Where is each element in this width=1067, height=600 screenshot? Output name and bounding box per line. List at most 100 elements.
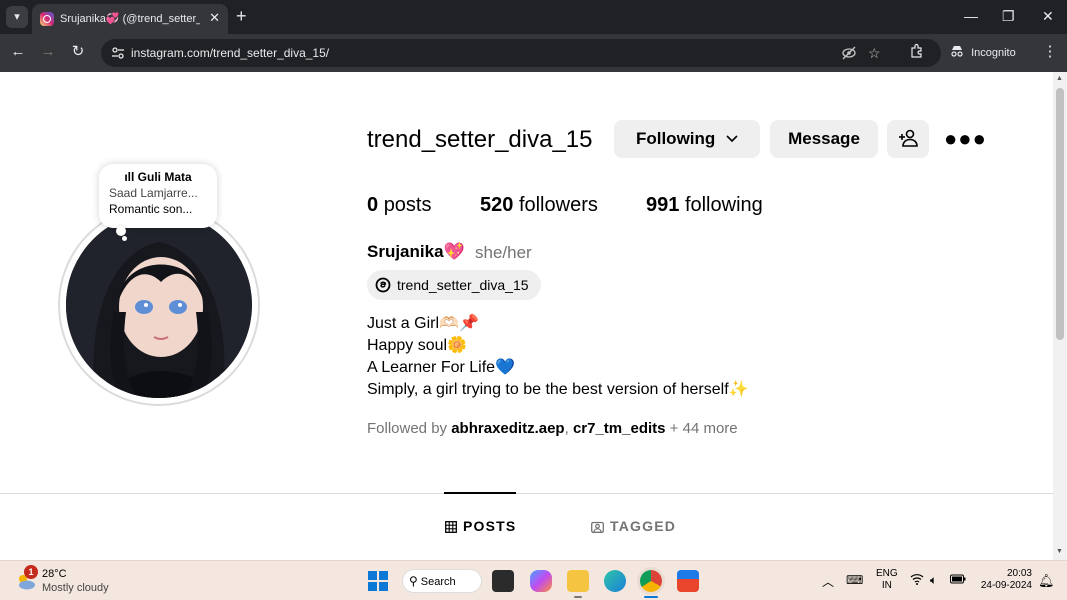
scroll-down-icon[interactable]: ▼ <box>1056 548 1063 555</box>
region-code: IN <box>881 580 892 591</box>
show-hidden-icons[interactable]: ︿ <box>822 573 834 590</box>
task-view-icon[interactable] <box>492 570 514 592</box>
battery-icon[interactable] <box>950 573 966 587</box>
profile-username: trend_setter_diva_15 <box>367 126 593 153</box>
weather-description[interactable]: Mostly cloudy <box>42 582 109 594</box>
following-button[interactable]: Following <box>614 120 760 158</box>
windows-start-icon[interactable] <box>368 571 388 591</box>
note-song-title-row: ıll Guli Mata <box>109 170 207 184</box>
bio-line-4: Simply, a girl trying to be the best ver… <box>367 381 749 398</box>
page-scrollbar[interactable]: ▲ ▼ <box>1053 72 1067 560</box>
forward-button[interactable]: → <box>38 42 58 62</box>
incognito-indicator[interactable]: Incognito <box>950 40 1016 66</box>
keyboard-icon[interactable]: ⌨ <box>846 573 863 587</box>
page-viewport: ıll Guli Mata Saad Lamjarre... Romantic … <box>0 72 1053 560</box>
active-tab-indicator <box>444 492 516 494</box>
more-options-icon[interactable]: ●●● <box>944 128 987 150</box>
profile-pronouns: she/her <box>475 243 532 262</box>
taskbar-search[interactable]: ⚲ Search <box>402 569 482 593</box>
followers-label: followers <box>518 194 598 216</box>
close-tab-icon[interactable]: ✕ <box>209 10 220 26</box>
followers-count: 520 <box>480 194 514 216</box>
music-bars-icon: ıll <box>124 170 138 184</box>
explorer-running-indicator <box>574 596 582 598</box>
microsoft-store-icon[interactable] <box>677 570 699 592</box>
wifi-icon[interactable] <box>910 573 924 588</box>
followed-by-more[interactable]: + 44 more <box>670 420 738 437</box>
scrollbar-thumb[interactable] <box>1056 88 1064 340</box>
bookmark-star-icon[interactable]: ☆ <box>868 45 881 61</box>
followers-stat[interactable]: 520 followers <box>480 194 598 217</box>
windows-taskbar: 1 28°C Mostly cloudy ⚲ Search ︿ ⌨ ENG IN 🔈… <box>0 560 1067 600</box>
followed-by-user-2[interactable]: cr7_tm_edits <box>573 420 666 437</box>
followed-by-user-1[interactable]: abhraxeditz.aep <box>451 420 564 437</box>
note-artist: Saad Lamjarre... <box>109 186 198 200</box>
followed-by-prefix: Followed by <box>367 420 448 437</box>
restore-button[interactable]: ❐ <box>1002 6 1015 26</box>
profile-avatar[interactable] <box>66 212 252 398</box>
browser-tab-bar: ▾ Srujanika💞 (@trend_setter_diva_15) ✕ +… <box>0 0 1067 34</box>
close-window-button[interactable]: ✕ <box>1042 6 1054 26</box>
note-bubble-tail-small <box>122 236 127 241</box>
eye-off-icon[interactable] <box>841 45 857 64</box>
following-stat-label: following <box>684 194 763 216</box>
tab-tagged[interactable]: TAGGED <box>591 518 676 534</box>
browser-toolbar: ← → ↻ instagram.com/trend_setter_diva_15… <box>0 34 1067 72</box>
back-button[interactable]: ← <box>8 42 28 62</box>
weather-temperature[interactable]: 28°C <box>42 568 67 580</box>
followed-by-separator: , <box>564 420 569 437</box>
following-stat[interactable]: 991 following <box>646 194 763 217</box>
profile-note-bubble[interactable]: ıll Guli Mata Saad Lamjarre... Romantic … <box>99 164 217 228</box>
incognito-icon <box>951 46 963 57</box>
language-code: ENG <box>876 568 898 579</box>
reload-button[interactable]: ↻ <box>68 42 88 62</box>
tab-title: Srujanika💞 (@trend_setter_diva_15) <box>60 13 200 25</box>
following-label: Following <box>635 129 716 148</box>
browser-menu-icon[interactable]: ⋮ <box>1040 42 1060 62</box>
bio-line-1: Just a Girl🫶🏻📌 <box>367 315 479 332</box>
volume-icon[interactable]: 🔈︎ <box>930 573 937 588</box>
tab-tagged-label: TAGGED <box>610 518 677 534</box>
threads-icon <box>375 277 391 293</box>
grid-icon <box>445 521 457 533</box>
avatar-illustration <box>66 212 252 398</box>
tagged-icon <box>591 521 604 533</box>
bio-line-3: A Learner For Life💙 <box>367 359 515 376</box>
weather-badge: 1 <box>24 565 38 579</box>
browser-tab[interactable]: Srujanika💞 (@trend_setter_diva_15) ✕ <box>32 4 228 34</box>
tabs-divider <box>0 493 1053 494</box>
instagram-favicon-icon <box>40 12 54 26</box>
address-bar[interactable]: instagram.com/trend_setter_diva_15/ ☆ <box>101 39 941 67</box>
tab-posts[interactable]: POSTS <box>445 518 516 534</box>
tab-search-button[interactable]: ▾ <box>6 6 28 28</box>
notification-bell-icon[interactable]: 🔔︎ <box>1038 573 1055 589</box>
incognito-label: Incognito <box>971 47 1016 59</box>
note-bubble-tail <box>116 226 126 236</box>
chevron-down-icon <box>726 135 738 143</box>
message-button[interactable]: Message <box>770 120 878 158</box>
extensions-icon[interactable] <box>907 43 927 63</box>
profile-full-name: Srujanika💖 <box>367 242 465 261</box>
chrome-icon[interactable] <box>640 570 662 592</box>
clock-time: 20:03 <box>1006 568 1032 579</box>
add-person-icon <box>899 129 918 147</box>
new-tab-button[interactable]: + <box>236 5 247 27</box>
edge-icon[interactable] <box>604 570 626 592</box>
bio-line-2: Happy soul🌼 <box>367 337 467 354</box>
site-info-icon[interactable] <box>111 46 125 60</box>
minimize-button[interactable]: — <box>964 6 978 26</box>
posts-label: posts <box>383 194 432 216</box>
file-explorer-icon[interactable] <box>567 570 589 592</box>
url-text: instagram.com/trend_setter_diva_15/ <box>131 46 330 60</box>
suggested-users-button[interactable] <box>887 120 929 158</box>
language-indicator[interactable]: ENG IN <box>876 568 898 592</box>
followed-by-row[interactable]: Followed by abhraxeditz.aep, cr7_tm_edit… <box>367 420 738 437</box>
search-icon: ⚲ <box>409 574 418 588</box>
chrome-active-indicator <box>644 596 658 598</box>
posts-stat: 0 posts <box>367 194 432 217</box>
threads-badge[interactable]: trend_setter_diva_15 <box>367 270 541 300</box>
copilot-icon[interactable] <box>530 570 552 592</box>
posts-count: 0 <box>367 194 379 216</box>
system-clock[interactable]: 20:03 24-09-2024 <box>978 568 1032 592</box>
scroll-up-icon[interactable]: ▲ <box>1056 75 1063 82</box>
